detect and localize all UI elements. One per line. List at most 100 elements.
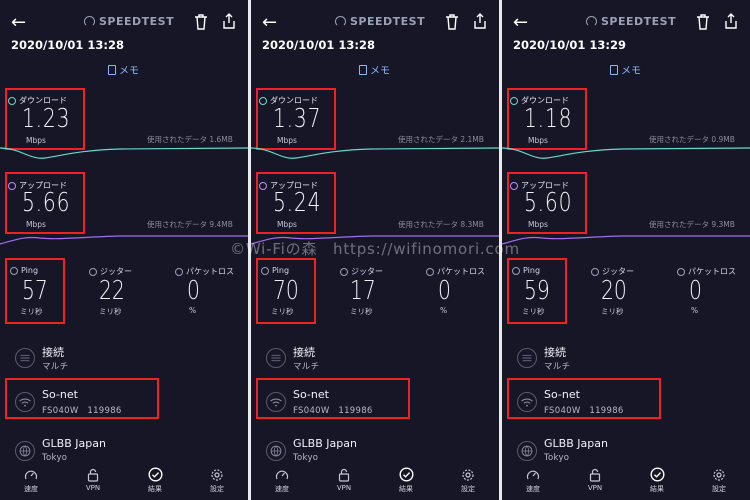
isp-info: So-net FS040W 119986 [251,384,499,424]
back-arrow-icon[interactable]: ← [513,12,528,33]
download-icon [510,96,518,105]
server-city: Tokyo [42,453,68,463]
ping-stat: Ping 59 ミリ秒 [512,266,572,324]
share-icon[interactable] [473,13,487,29]
nav-vpn[interactable]: VPN [569,466,621,500]
globe-icon [15,441,35,461]
upload-value: 5.60 [524,188,573,218]
upload-graph [502,235,750,245]
server-name: GLBB Japan [544,437,608,450]
jitter-stat: ジッター 20 ミリ秒 [591,266,651,324]
trash-icon[interactable] [696,14,710,30]
download-value: 1.23 [22,104,71,134]
packet-loss-stat: パケットロス 0 % [175,266,235,324]
jitter-value: 22 [99,276,125,306]
nav-results[interactable]: 結果 [129,466,181,500]
share-icon[interactable] [222,13,236,29]
nav-vpn-label: VPN [587,484,603,492]
server-name: GLBB Japan [42,437,106,450]
download-graph-line [502,147,750,159]
speedtest-logo-icon [84,16,95,27]
bottom-nav: 速度 VPN 結果 設定 [0,466,248,500]
upload-graph-line [0,235,248,245]
nav-settings[interactable]: 設定 [191,466,243,500]
isp-info: So-net FS040W 119986 [502,384,750,424]
device-name: FS040W 119986 [42,406,122,416]
wifi-icon [15,392,35,412]
connection-type: マルチ [42,362,69,372]
gear-icon [191,466,243,483]
packet-loss-value: 0 [438,276,451,306]
nav-settings[interactable]: 設定 [442,466,494,500]
share-icon[interactable] [724,13,738,29]
memo-link[interactable]: メモ [108,62,139,77]
back-arrow-icon[interactable]: ← [262,12,277,33]
upload-value: 5.24 [273,188,322,218]
nav-vpn[interactable]: VPN [67,466,119,500]
speedometer-icon [5,466,57,483]
nav-settings-label: 設定 [712,485,726,493]
jitter-unit: ミリ秒 [601,307,624,316]
nav-settings-label: 設定 [210,485,224,493]
connection-type: マルチ [544,362,571,372]
memo-link[interactable]: メモ [610,62,641,77]
server-city: Tokyo [544,453,570,463]
jitter-value: 17 [350,276,376,306]
memo-icon [359,64,367,75]
ping-unit: ミリ秒 [20,307,43,316]
ping-unit: ミリ秒 [271,307,294,316]
isp-name: So-net [544,388,580,401]
trash-icon[interactable] [194,14,208,30]
packet-loss-label: パケットロス [426,266,485,277]
jitter-value: 20 [601,276,627,306]
nav-speed[interactable]: 速度 [5,466,57,500]
packet-loss-value: 0 [689,276,702,306]
memo-label: メモ [621,66,641,77]
ping-label: Ping [261,266,289,275]
speedtest-brand: SPEEDTEST [84,15,174,28]
ping-icon [261,266,269,275]
download-value: 1.18 [524,104,573,134]
ping-label-text: Ping [21,266,39,275]
trash-icon[interactable] [445,14,459,30]
speedtest-result-screen: ← SPEEDTEST 2020/10/01 13:29 メモ ダウンロード 1… [502,0,750,500]
jitter-unit: ミリ秒 [350,307,373,316]
test-datetime: 2020/10/01 13:29 [513,38,627,52]
nav-speed[interactable]: 速度 [256,466,308,500]
gear-icon [693,466,745,483]
memo-label: メモ [119,66,139,77]
packet-loss-icon [426,267,434,276]
download-icon [8,96,16,105]
nav-vpn-label: VPN [336,484,352,492]
upload-graph-line [502,235,750,245]
brand-label: SPEEDTEST [601,15,677,28]
connections-icon [266,348,286,368]
upload-icon [510,181,518,190]
back-arrow-icon[interactable]: ← [11,12,26,33]
jitter-icon [591,267,599,276]
upload-graph-line [251,235,499,245]
top-bar: ← SPEEDTEST [502,8,750,38]
isp-info: So-net FS040W 119986 [0,384,248,424]
connection-title: 接続 [544,346,566,359]
brand-label: SPEEDTEST [350,15,426,28]
download-graph-line [251,147,499,159]
nav-speed[interactable]: 速度 [507,466,559,500]
globe-icon [266,441,286,461]
server-city: Tokyo [293,453,319,463]
packet-loss-stat: パケットロス 0 % [677,266,737,324]
top-bar: ← SPEEDTEST [0,8,248,38]
nav-results[interactable]: 結果 [380,466,432,500]
packet-loss-unit: % [440,306,448,315]
connection-info: 接続 マルチ [0,340,248,380]
speedtest-result-screen: ← SPEEDTEST 2020/10/01 13:28 メモ ダウンロード 1… [0,0,248,500]
memo-link[interactable]: メモ [359,62,390,77]
upload-icon [8,181,16,190]
nav-vpn[interactable]: VPN [318,466,370,500]
connection-info: 接続 マルチ [502,340,750,380]
nav-results[interactable]: 結果 [631,466,683,500]
jitter-stat: ジッター 17 ミリ秒 [340,266,400,324]
nav-results-label: 結果 [650,485,664,493]
download-icon [259,96,267,105]
nav-settings[interactable]: 設定 [693,466,745,500]
